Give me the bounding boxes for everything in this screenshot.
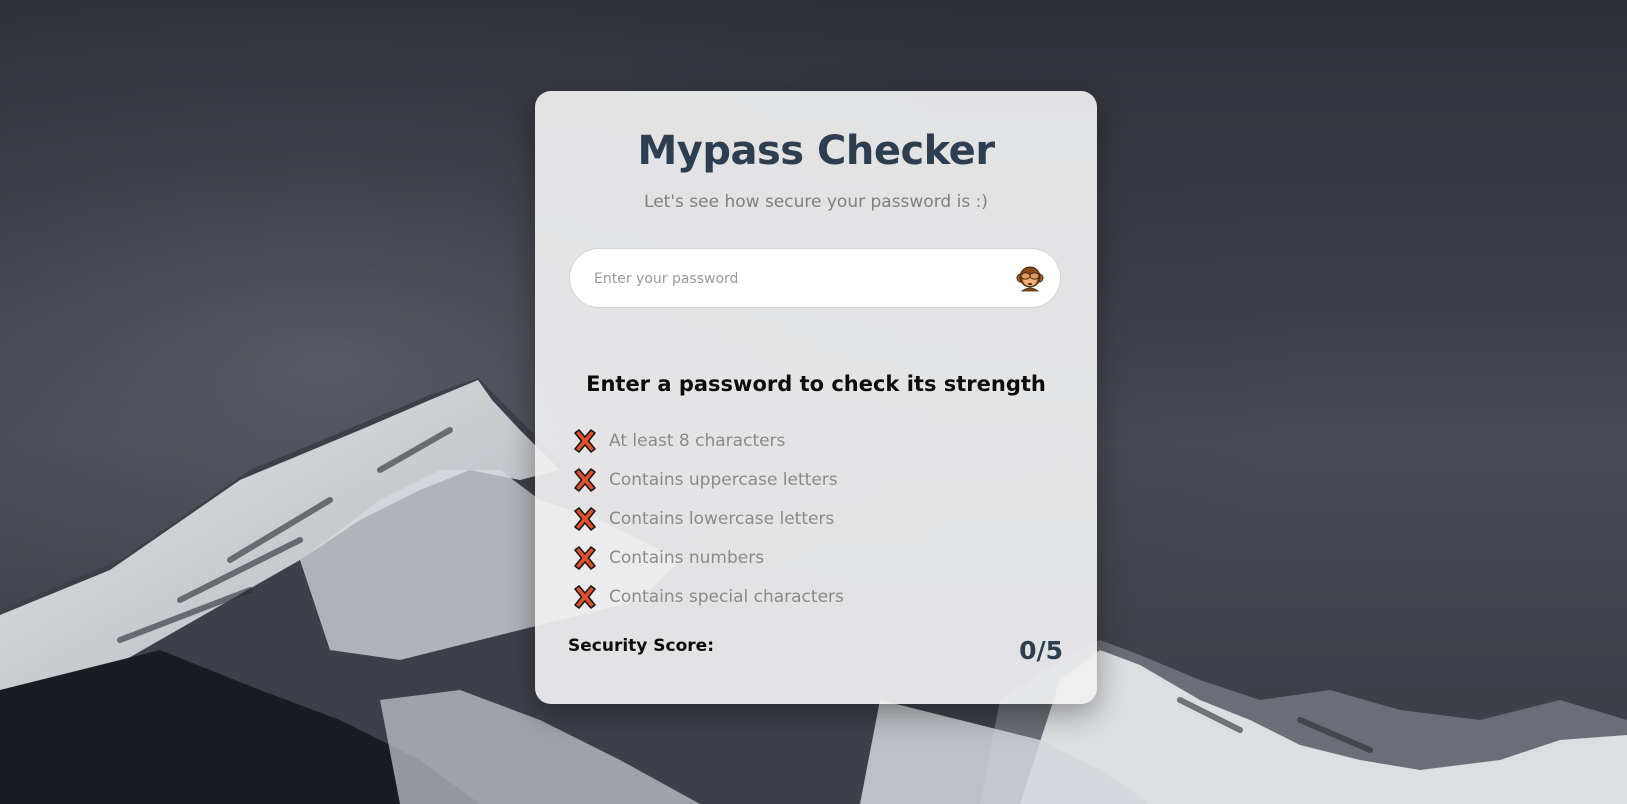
criterion-special: Contains special characters [571, 578, 844, 617]
criterion-uppercase: Contains uppercase letters [571, 460, 844, 499]
password-field-container [569, 248, 1061, 309]
criterion-lowercase: Contains lowercase letters [571, 499, 844, 538]
criterion-numbers: Contains numbers [571, 539, 844, 578]
criterion-min-length: At least 8 characters [571, 421, 844, 460]
cross-mark-icon [574, 546, 596, 570]
cross-mark-icon [574, 507, 596, 531]
cross-mark-icon [574, 467, 596, 492]
see-no-evil-monkey-icon[interactable] [1016, 264, 1044, 292]
criteria-list: At least 8 characters Contains uppercase… [571, 421, 844, 617]
criterion-label: Contains numbers [609, 548, 765, 569]
security-score-value: 0/5 [1019, 636, 1063, 665]
app-subtitle: Let's see how secure your password is :) [644, 192, 988, 212]
criterion-label: Contains special characters [609, 587, 844, 608]
cross-mark-icon [574, 585, 596, 610]
password-input[interactable] [592, 249, 996, 309]
strength-heading: Enter a password to check its strength [586, 372, 1046, 396]
app-title: Mypass Checker [637, 128, 995, 174]
cross-mark-icon [574, 428, 596, 453]
criterion-label: Contains uppercase letters [609, 469, 838, 490]
security-score-label: Security Score: [568, 636, 715, 656]
checker-card: Mypass Checker Let's see how secure your… [535, 91, 1097, 704]
criterion-label: At least 8 characters [609, 430, 786, 451]
criterion-label: Contains lowercase letters [609, 508, 835, 529]
